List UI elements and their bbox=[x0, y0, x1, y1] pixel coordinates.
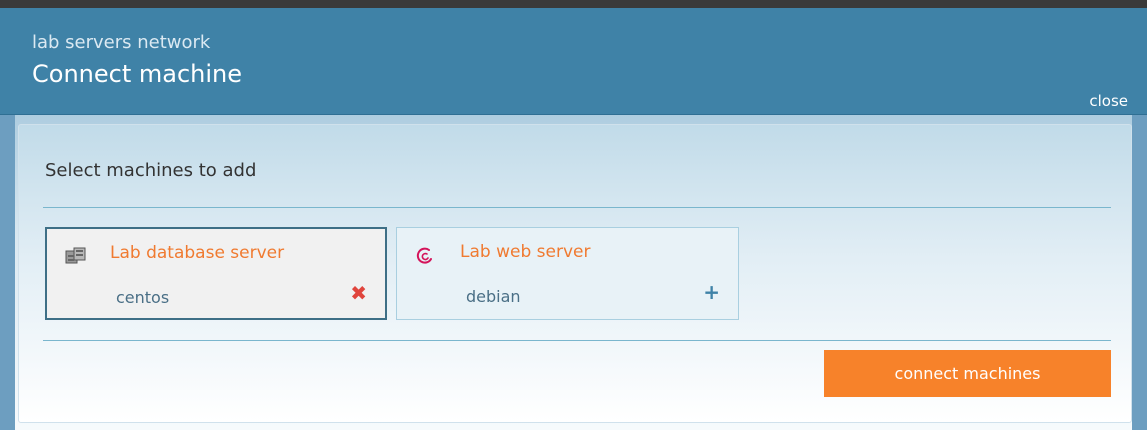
section-title: Select machines to add bbox=[45, 160, 257, 181]
network-name: lab servers network bbox=[32, 32, 211, 53]
debian-swirl-icon bbox=[415, 245, 437, 265]
top-divider bbox=[43, 207, 1111, 208]
machine-os: centos bbox=[116, 288, 170, 307]
machine-card-database[interactable]: Lab database server centos ✖ bbox=[45, 227, 387, 320]
server-icon bbox=[65, 246, 87, 266]
machine-card-web[interactable]: Lab web server debian + bbox=[396, 227, 739, 320]
remove-machine-icon[interactable]: ✖ bbox=[350, 281, 367, 305]
machine-os: debian bbox=[466, 287, 521, 306]
add-machine-icon[interactable]: + bbox=[703, 280, 720, 304]
machine-name: Lab database server bbox=[110, 243, 285, 263]
dialog-header: lab servers network Connect machine clos… bbox=[0, 8, 1147, 115]
dialog-side-left bbox=[0, 115, 15, 430]
connect-machines-button[interactable]: connect machines bbox=[824, 350, 1111, 397]
machine-name: Lab web server bbox=[460, 242, 591, 262]
close-link[interactable]: close bbox=[1089, 92, 1128, 110]
dialog-title: Connect machine bbox=[32, 60, 242, 88]
dialog-side-right bbox=[1132, 115, 1147, 430]
top-strip bbox=[0, 0, 1147, 8]
bottom-divider bbox=[43, 340, 1111, 341]
